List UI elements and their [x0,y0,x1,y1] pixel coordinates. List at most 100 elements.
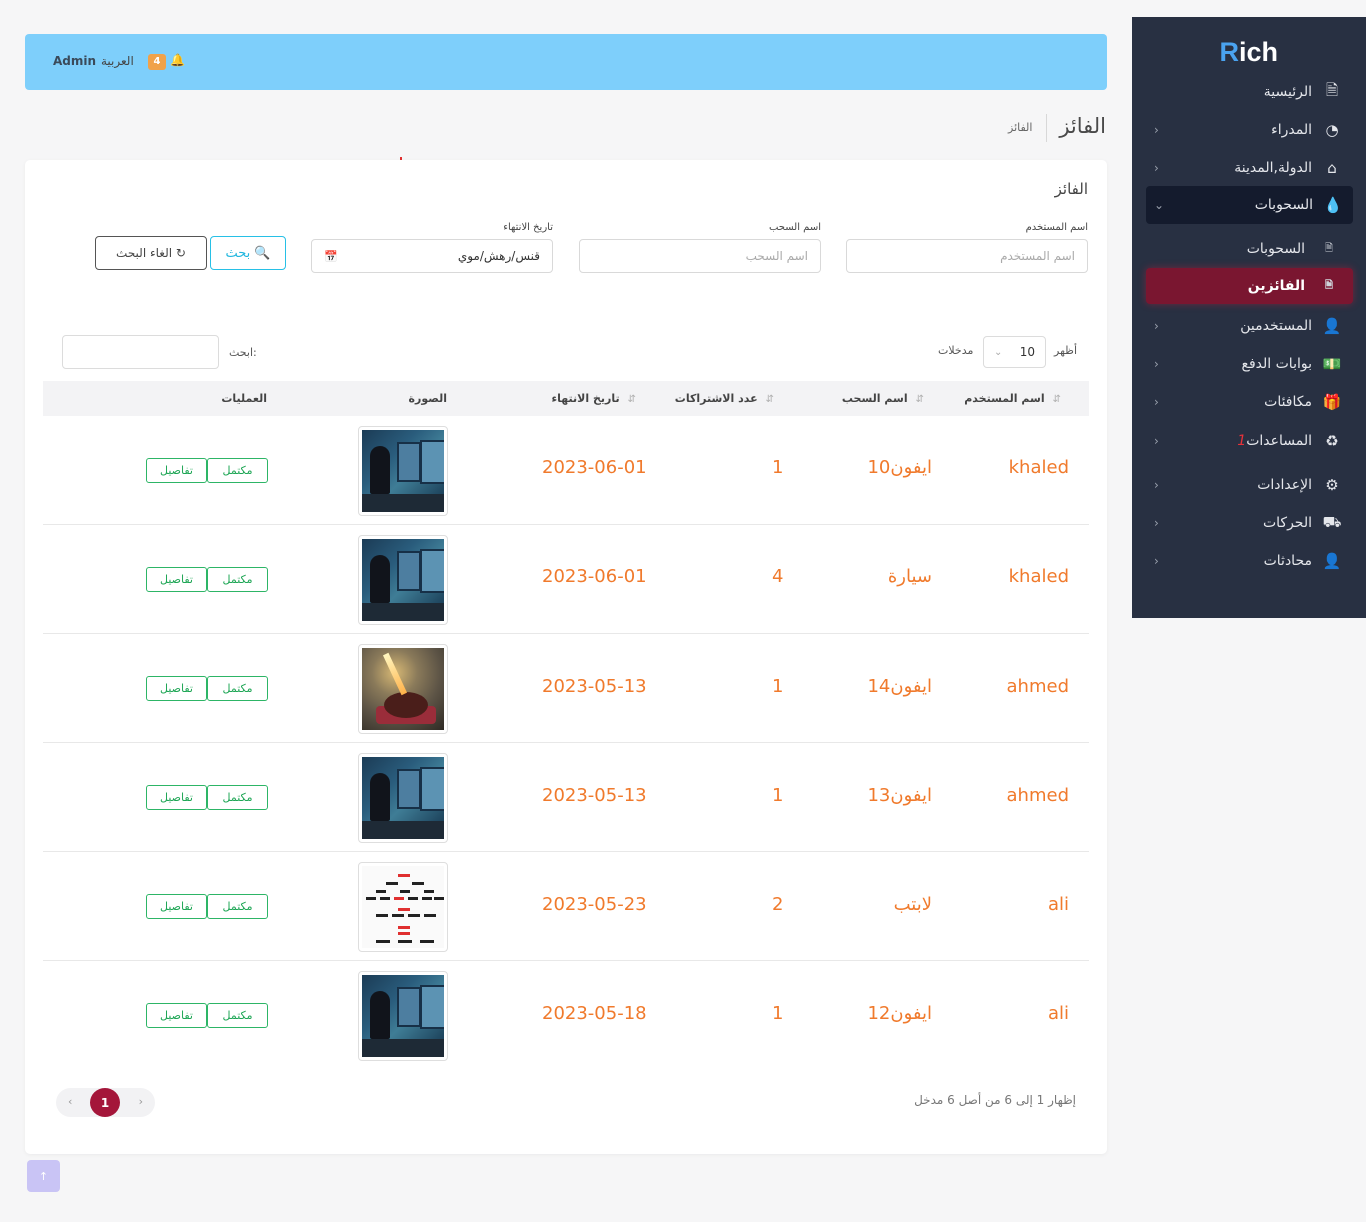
user-icon: 👤 [1322,552,1342,570]
sidebar: Rich 🗎 الرئيسية ◔ المدراء ‹ ⌂ الدولة,الم… [1132,17,1366,618]
previous-page-button[interactable]: ‹ [68,1095,72,1108]
next-page-button[interactable]: › [139,1095,143,1108]
pie-chart-icon: ◔ [1325,121,1339,139]
sidebar-item-rewards[interactable]: 🎁 مكافئات ‹ [1146,384,1352,420]
breadcrumb[interactable]: الفائز [1008,121,1032,134]
file-icon: 🗎 [1324,242,1334,254]
row-subscriptions: 1 [772,785,784,806]
card-title: الفائز [1054,180,1088,198]
table-search-label: ابحث: [229,346,257,359]
details-button[interactable]: تفاصيل [146,458,207,483]
sidebar-item-settings[interactable]: ⚙ الإعدادات ‹ [1146,467,1352,503]
row-draw-name: ايفون14 [867,676,932,697]
row-username: khaled [1008,566,1069,587]
details-button[interactable]: تفاصيل [146,785,207,810]
chevron-down-icon: ⌄ [994,346,1003,358]
sidebar-item-managers[interactable]: ◔ المدراء ‹ [1146,112,1352,148]
column-subscriptions[interactable]: عدد الاشتراكات ⇵ [675,392,774,405]
chevron-left-icon: ‹ [1154,478,1159,492]
row-subscriptions: 2 [772,894,784,915]
row-subscriptions: 1 [772,676,784,697]
row-end-date: 2023-05-18 [542,1003,647,1024]
draw-thumbnail[interactable] [358,862,448,952]
row-end-date: 2023-06-01 [542,566,647,587]
chevron-left-icon: ‹ [1154,554,1159,568]
table-search-input[interactable] [62,335,219,369]
table-row: ali ايفون12 1 2023-05-18 مكتمل تفاصيل [43,961,1089,1070]
draw-thumbnail[interactable] [358,644,448,734]
file-icon: 🗎 [1324,279,1334,291]
logo: Rich [1219,37,1278,67]
row-username: ahmed [1006,676,1069,697]
row-username: ali [1047,1003,1069,1024]
recycle-icon: ♻ [1325,432,1339,450]
table-row: khaled ايفون10 1 2023-06-01 مكتمل تفاصيل [43,416,1089,525]
draw-thumbnail[interactable] [358,535,448,625]
row-username: khaled [1008,457,1069,478]
calendar-icon[interactable]: 📅 [324,250,338,263]
column-end-date[interactable]: تاريخ الانتهاء ⇵ [552,392,636,405]
sidebar-subitem-winners[interactable]: 🗎 الفائزين [1146,268,1353,304]
cancel-search-button[interactable]: الغاء البحث ↻ [95,236,207,270]
row-end-date: 2023-06-01 [542,457,647,478]
page-length-select[interactable]: ⌄ 10 [983,336,1046,368]
row-username: ahmed [1006,785,1069,806]
table-info: إظهار 1 إلى 6 من أصل 6 مدخل [914,1093,1076,1107]
draw-thumbnail[interactable] [358,753,448,843]
row-subscriptions: 1 [772,1003,784,1024]
pagination: ‹ 1 › [56,1088,155,1117]
column-username[interactable]: اسم المستخدم ⇵ [964,392,1061,405]
chevron-down-icon: ⌄ [1154,198,1165,212]
draw-thumbnail[interactable] [358,426,448,516]
complete-button[interactable]: مكتمل [207,458,268,483]
sidebar-item-help[interactable]: ♻ المساعدات 1 ‹ [1146,423,1352,459]
username-filter-label: اسم المستخدم [1025,222,1088,233]
row-draw-name: ايفون13 [867,785,932,806]
sidebar-item-home[interactable]: 🗎 الرئيسية [1146,74,1352,110]
user-icon: 👤 [1322,317,1342,335]
document-icon: 🗎 [1325,80,1339,99]
sidebar-item-draws[interactable]: 💧 السحوبات ⌄ [1146,186,1353,224]
sidebar-item-payment-gateways[interactable]: 💵 بوابات الدفع ‹ [1146,346,1352,382]
winners-card: الفائز اسم المستخدم اسم المستخدم اسم الس… [25,160,1107,1154]
complete-button[interactable]: مكتمل [207,894,268,919]
details-button[interactable]: تفاصيل [146,676,207,701]
complete-button[interactable]: مكتمل [207,785,268,810]
chevron-left-icon: ‹ [1154,395,1159,409]
details-button[interactable]: تفاصيل [146,1003,207,1028]
notification-count-badge[interactable]: 4 [148,54,166,70]
details-button[interactable]: تفاصيل [146,894,207,919]
bell-icon[interactable]: 🔔 [170,53,185,67]
sidebar-item-chats[interactable]: 👤 محادثات ‹ [1146,543,1352,579]
table-row: ahmed ايفون14 1 2023-05-13 مكتمل تفاصيل [43,634,1089,743]
end-date-filter-input[interactable]: قنس/رهش/موي 📅 [311,239,553,273]
scroll-to-top-button[interactable]: ↑ [27,1160,60,1192]
draw-thumbnail[interactable] [358,971,448,1061]
admin-user-menu[interactable]: Admin [53,54,96,68]
row-draw-name: سيارة [887,566,932,587]
search-button[interactable]: بحث 🔍 [210,236,286,270]
details-button[interactable]: تفاصيل [146,567,207,592]
row-draw-name: ايفون12 [867,1003,932,1024]
sort-icon: ⇵ [1052,394,1061,405]
home-icon: ⌂ [1327,159,1337,177]
row-subscriptions: 1 [772,457,784,478]
language-switcher[interactable]: العربية [101,54,134,68]
sidebar-item-country-city[interactable]: ⌂ الدولة,المدينة ‹ [1146,150,1352,186]
sort-icon: ⇵ [765,394,774,405]
draw-name-filter-input[interactable]: اسم السحب [579,239,821,273]
flame-icon: 💧 [1323,196,1343,214]
sidebar-subitem-draws[interactable]: 🗎 السحوبات [1146,231,1353,267]
complete-button[interactable]: مكتمل [207,676,268,701]
sidebar-item-transactions[interactable]: ⛟ الحركات ‹ [1146,505,1352,541]
column-draw-name[interactable]: اسم السحب ⇵ [842,392,924,405]
complete-button[interactable]: مكتمل [207,567,268,592]
row-draw-name: لابتب [893,894,932,915]
complete-button[interactable]: مكتمل [207,1003,268,1028]
money-icon: 💵 [1322,355,1342,373]
username-filter-input[interactable]: اسم المستخدم [846,239,1088,273]
sidebar-item-users[interactable]: 👤 المستخدمين ‹ [1146,308,1352,344]
row-draw-name: ايفون10 [867,457,932,478]
page-1-button[interactable]: 1 [90,1088,120,1117]
truck-icon: ⛟ [1322,513,1342,531]
